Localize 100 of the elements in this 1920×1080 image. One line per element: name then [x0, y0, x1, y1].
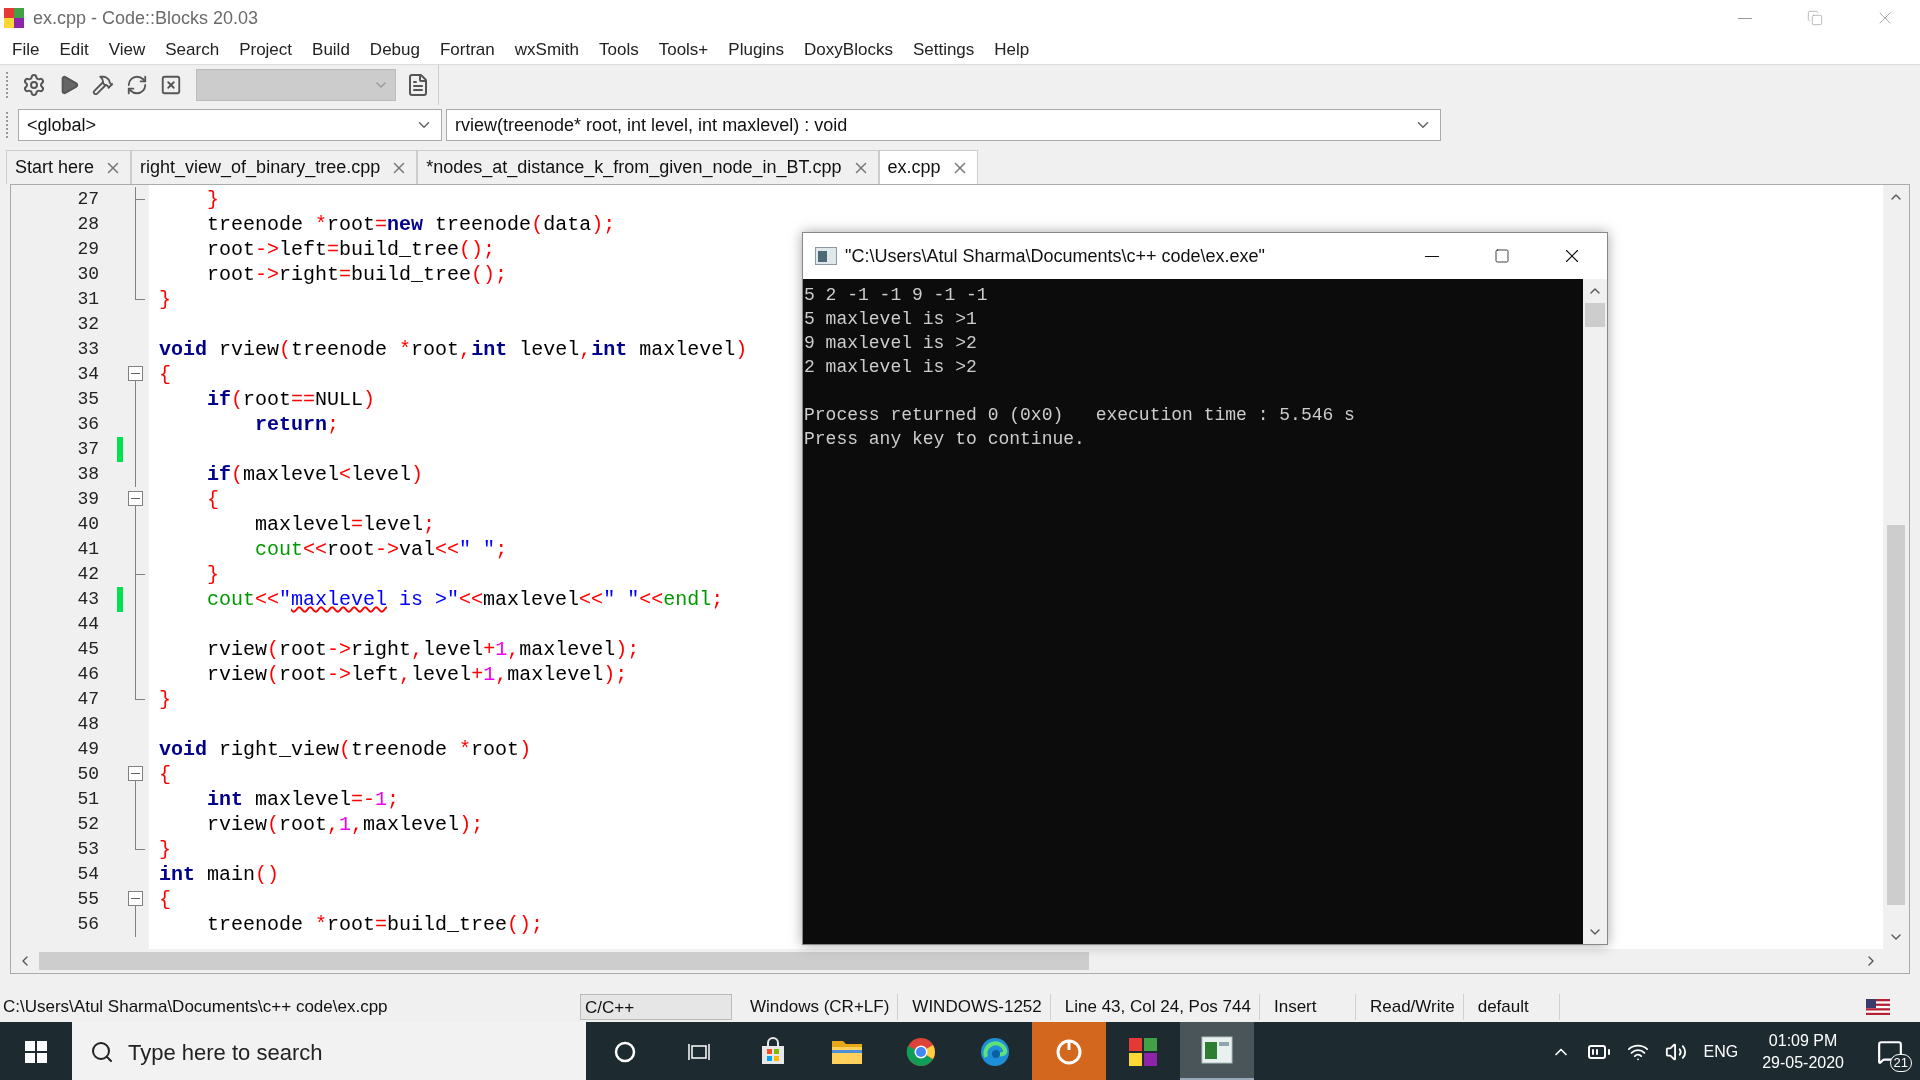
- window-title: ex.cpp - Code::Blocks 20.03: [33, 6, 259, 30]
- horizontal-scrollbar[interactable]: [11, 949, 1909, 973]
- line-number: 53: [77, 838, 99, 861]
- menu-item[interactable]: File: [2, 37, 50, 63]
- cortana-icon: [613, 1040, 637, 1064]
- code-line: }: [206, 187, 219, 212]
- line-number: 37: [77, 438, 99, 461]
- stop-icon[interactable]: [160, 73, 182, 96]
- code-line: rview(root,1,maxlevel);: [206, 812, 484, 837]
- line-number: 28: [77, 213, 99, 236]
- console-icon: [815, 247, 837, 265]
- menu-item[interactable]: Fortran: [429, 37, 505, 63]
- settings-icon[interactable]: [22, 72, 46, 97]
- scrollbar-thumb[interactable]: [1887, 525, 1905, 905]
- line-number: 31: [77, 288, 99, 311]
- code-line: maxlevel=level;: [254, 512, 436, 537]
- line-number: 55: [77, 888, 99, 911]
- menu-item[interactable]: Tools: [589, 37, 649, 63]
- line-number: 30: [77, 263, 99, 286]
- line-number: 33: [77, 338, 99, 361]
- menu-item[interactable]: Help: [984, 37, 1040, 63]
- code-line: }: [206, 562, 219, 587]
- search-input[interactable]: Type here to search: [128, 1035, 528, 1069]
- fold-toggle-icon[interactable]: [128, 491, 143, 506]
- windows-logo-icon: [25, 1041, 47, 1063]
- line-number: 43: [77, 588, 99, 611]
- console-output-line: Process returned 0 (0x0) execution time : 5.546 s: [803, 404, 1356, 427]
- minimize-icon: [1738, 17, 1752, 19]
- menu-item[interactable]: View: [98, 37, 156, 63]
- status-field: WINDOWS-1252: [904, 994, 1051, 1020]
- dial-icon: [1054, 1037, 1084, 1067]
- speaker-icon[interactable]: [1665, 1041, 1688, 1063]
- code-line: root->left=build_tree();: [206, 237, 496, 262]
- line-number: 54: [77, 863, 99, 886]
- menu-item[interactable]: Debug: [359, 37, 430, 63]
- editor-tab[interactable]: *nodes_at_distance_k_from_given_node_in_BT.cpp: [417, 150, 879, 184]
- menu-item[interactable]: Tools+: [648, 37, 719, 63]
- line-number: 38: [77, 463, 99, 486]
- fold-toggle-icon[interactable]: [128, 891, 143, 906]
- menu-item[interactable]: DoxyBlocks: [794, 37, 903, 63]
- app-logo-icon: [3, 7, 25, 29]
- console-output-line: 2 maxlevel is >2: [803, 356, 978, 379]
- editor-tab[interactable]: ex.cpp: [878, 150, 978, 184]
- console-title: "C:\Users\Atul Sharma\Documents\c++ code\ex.exe": [845, 244, 1265, 268]
- language-indicator[interactable]: ENG: [1703, 1040, 1739, 1064]
- line-number: 40: [77, 513, 99, 536]
- refresh-icon[interactable]: [126, 73, 148, 96]
- fold-toggle-icon[interactable]: [128, 366, 143, 381]
- menu-item[interactable]: Plugins: [718, 37, 795, 63]
- chrome-icon: [906, 1037, 936, 1067]
- status-path: C:\Users\Atul Sharma\Documents\c++ code\ex.cpp: [2, 996, 389, 1019]
- status-field: Windows (CR+LF): [742, 994, 899, 1020]
- taskbar-app[interactable]: [1180, 1022, 1254, 1080]
- line-number: 49: [77, 738, 99, 761]
- vertical-scrollbar[interactable]: [1883, 185, 1909, 949]
- line-number: 51: [77, 788, 99, 811]
- menu-item[interactable]: wxSmith: [504, 37, 589, 63]
- minimize-icon: [1425, 255, 1439, 257]
- fold-toggle-icon[interactable]: [128, 766, 143, 781]
- line-number: 42: [77, 563, 99, 586]
- function-dropdown[interactable]: rview(treenode* root, int level, int maxlevel) : void: [446, 109, 1441, 141]
- code-line: cout<<"maxlevel is >"<<maxlevel<<" "<<endl;: [206, 587, 724, 612]
- console-output-line: 5 maxlevel is >1: [803, 308, 978, 331]
- line-number: 52: [77, 813, 99, 836]
- line-number: 45: [77, 638, 99, 661]
- status-field: Line 43, Col 24, Pos 744: [1056, 994, 1260, 1020]
- code-line: rview(root->right,level+1,maxlevel);: [206, 637, 640, 662]
- blocks-icon: [1127, 1036, 1159, 1068]
- menu-item[interactable]: Edit: [49, 37, 99, 63]
- search-icon: [90, 1040, 114, 1064]
- line-number: 34: [77, 363, 99, 386]
- line-number: 29: [77, 238, 99, 261]
- hammer-icon[interactable]: [92, 73, 114, 96]
- console-output-line: Press any key to continue.: [803, 428, 1086, 451]
- menu-item[interactable]: Build: [302, 37, 360, 63]
- editor-tab[interactable]: Start here: [6, 150, 132, 184]
- editor-tab[interactable]: right_view_of_binary_tree.cpp: [131, 150, 418, 184]
- line-number: 41: [77, 538, 99, 561]
- status-field: Read/Write: [1361, 994, 1464, 1020]
- menu-item[interactable]: Project: [229, 37, 303, 63]
- code-line: {: [206, 487, 219, 512]
- line-number: 48: [77, 713, 99, 736]
- code-line: return;: [254, 412, 340, 437]
- code-line: {: [159, 362, 171, 387]
- line-number: 56: [77, 913, 99, 936]
- line-number: 39: [77, 488, 99, 511]
- scrollbar-thumb[interactable]: [1585, 303, 1605, 327]
- menu-item[interactable]: Search: [155, 37, 230, 63]
- scope-dropdown[interactable]: <global>: [18, 109, 442, 141]
- console-scrollbar[interactable]: [1583, 279, 1607, 944]
- document-icon[interactable]: [406, 72, 430, 97]
- status-field: Insert: [1265, 994, 1356, 1020]
- menu-item[interactable]: Settings: [902, 37, 985, 63]
- folder-icon: [831, 1038, 863, 1066]
- code-line: if(maxlevel<level): [206, 462, 424, 487]
- clock[interactable]: 01:09 PM 29-05-2020: [1754, 1030, 1852, 1074]
- line-number: 27: [77, 188, 99, 211]
- code-line: int main(): [159, 862, 280, 887]
- scrollbar-thumb[interactable]: [39, 952, 1089, 970]
- taskbar-search-field[interactable]: Type here to search: [72, 1022, 586, 1080]
